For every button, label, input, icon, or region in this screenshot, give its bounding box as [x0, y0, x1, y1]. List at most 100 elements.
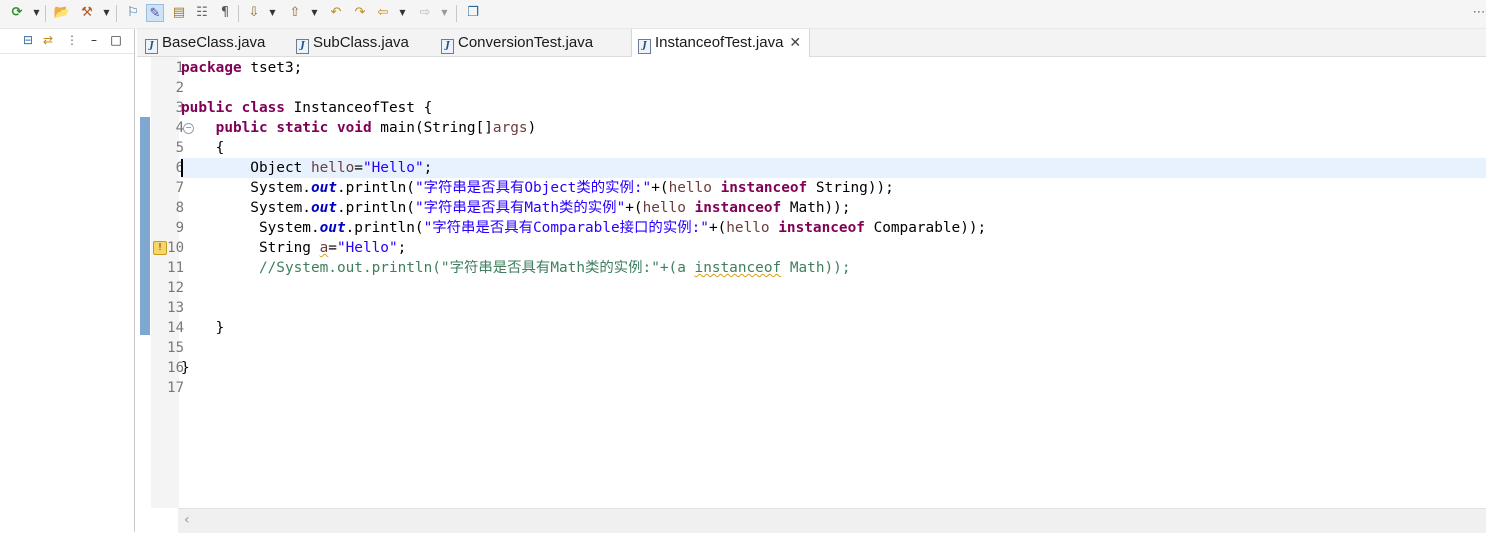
- code-line[interactable]: Object hello="Hello";: [181, 158, 1486, 178]
- code-token: =: [328, 240, 337, 256]
- save-icon[interactable]: ▤: [170, 4, 188, 22]
- warning-icon[interactable]: !: [153, 241, 167, 255]
- paragraph-icon[interactable]: ¶: [216, 4, 234, 22]
- code-token: .println(: [345, 220, 424, 236]
- tab-label: BaseClass.java: [162, 34, 266, 51]
- left-panel-toolbar: ⊟ ⇄ ⋮ – □: [0, 29, 134, 54]
- last-edit-icon[interactable]: ↶: [327, 4, 345, 22]
- code-token: =: [354, 160, 363, 176]
- code-line[interactable]: System.out.println("字符串是否具有Comparable接口的…: [181, 218, 1486, 238]
- code-token: String));: [807, 180, 894, 196]
- code-token: package: [181, 60, 242, 76]
- java-file-icon: J: [145, 39, 158, 54]
- next-annotation-dropdown-icon[interactable]: ▼: [268, 5, 277, 21]
- code-token: instanceof: [778, 220, 865, 236]
- collapse-all-icon[interactable]: ⊟: [20, 32, 36, 48]
- document-icon[interactable]: ☷: [193, 4, 211, 22]
- minimize-icon[interactable]: –: [86, 32, 102, 48]
- code-token: public: [181, 100, 233, 116]
- code-token: class: [241, 100, 285, 116]
- code-token: hello: [310, 160, 355, 176]
- open-folder-icon[interactable]: 📂: [53, 4, 71, 22]
- code-token: out: [319, 220, 346, 236]
- change-marker: [140, 117, 150, 335]
- code-token: args: [492, 120, 528, 136]
- previous-annotation-icon[interactable]: ⇧: [286, 4, 304, 22]
- code-token: "字符串是否具有Object类的实例:": [414, 180, 652, 196]
- pen-icon[interactable]: ✎: [146, 4, 164, 22]
- java-file-icon: J: [296, 39, 309, 54]
- code-token: hello: [642, 200, 686, 216]
- code-line[interactable]: System.out.println("字符串是否具有Object类的实例:"+…: [181, 178, 1486, 198]
- tab-baseclass[interactable]: J BaseClass.java: [145, 29, 265, 56]
- link-with-editor-icon[interactable]: ⇄: [40, 32, 56, 48]
- tab-conversiontest[interactable]: J ConversionTest.java: [441, 29, 593, 56]
- code-token: out: [310, 200, 337, 216]
- code-line[interactable]: }: [181, 318, 1486, 338]
- maximize-icon[interactable]: □: [108, 32, 124, 48]
- code-line[interactable]: //System.out.println("字符串是否具有Math类的实例:"+…: [181, 258, 1486, 278]
- code-line[interactable]: public static void main(String[]args): [181, 118, 1486, 138]
- tab-label: SubClass.java: [313, 34, 409, 51]
- tab-subclass[interactable]: J SubClass.java: [296, 29, 409, 56]
- tab-label: InstanceofTest.java: [655, 34, 784, 51]
- code-line[interactable]: System.out.println("字符串是否具有Math类的实例"+(he…: [181, 198, 1486, 218]
- run-dropdown-icon[interactable]: ▼: [32, 5, 41, 21]
- code-line[interactable]: [181, 298, 1486, 318]
- build-dropdown-icon[interactable]: ▼: [102, 5, 111, 21]
- code-token: "Hello": [336, 240, 398, 256]
- code-editor[interactable]: 1 2 3 4 5 6 7 8 9 10 11 12 13 14 15 16 17−! package tset…: [137, 57, 1486, 533]
- view-menu-icon[interactable]: ⋮: [64, 32, 80, 48]
- java-file-icon: J: [441, 39, 454, 54]
- code-line[interactable]: [181, 278, 1486, 298]
- code-token: .println(: [336, 200, 415, 216]
- code-token: void: [336, 120, 372, 136]
- code-token: +(: [708, 220, 727, 236]
- code-token: ;: [397, 240, 407, 256]
- next-edit-icon[interactable]: ↷: [351, 4, 369, 22]
- toggle-highlight-icon[interactable]: ⚐: [124, 4, 142, 22]
- code-token: {: [181, 140, 225, 156]
- tab-instanceoftest[interactable]: J InstanceofTest.java ✕: [631, 29, 811, 57]
- code-line[interactable]: [181, 338, 1486, 358]
- back-icon[interactable]: ⇦: [374, 4, 392, 22]
- code-token: instanceof: [720, 180, 808, 196]
- run-icon[interactable]: ⟳: [8, 4, 26, 22]
- next-annotation-icon[interactable]: ⇩: [245, 4, 263, 22]
- code-token: +(: [625, 200, 643, 216]
- code-area[interactable]: package tset3; public class InstanceofTes…: [181, 57, 1486, 508]
- editor-tab-bar: J BaseClass.java J SubClass.java J Conversi…: [137, 29, 1486, 57]
- forward-dropdown-icon[interactable]: ▼: [440, 5, 449, 21]
- code-token: System.: [181, 220, 320, 236]
- forward-icon[interactable]: ⇨: [416, 4, 434, 22]
- build-icon[interactable]: ⚒: [78, 4, 96, 22]
- toolbar-overflow-icon[interactable]: ⋯: [1470, 4, 1486, 22]
- quick-diff-ruler: [137, 57, 151, 508]
- code-line[interactable]: String a="Hello";: [181, 238, 1486, 258]
- code-line[interactable]: }: [181, 358, 1486, 378]
- back-dropdown-icon[interactable]: ▼: [398, 5, 407, 21]
- horizontal-scrollbar[interactable]: ‹: [178, 508, 1486, 533]
- code-line[interactable]: public class InstanceofTest {: [181, 98, 1486, 118]
- code-line[interactable]: {: [181, 138, 1486, 158]
- code-token: InstanceofTest {: [284, 100, 433, 116]
- previous-annotation-dropdown-icon[interactable]: ▼: [310, 5, 319, 21]
- code-token: +(: [651, 180, 669, 196]
- code-line[interactable]: [181, 78, 1486, 98]
- code-token: hello: [726, 220, 770, 236]
- new-window-icon[interactable]: ❐: [464, 4, 482, 22]
- code-line[interactable]: package tset3;: [181, 58, 1486, 78]
- code-token: ;: [423, 160, 433, 176]
- code-token: a: [319, 240, 329, 256]
- code-line[interactable]: [181, 378, 1486, 398]
- close-tab-icon[interactable]: ✕: [789, 29, 801, 56]
- code-token: "字符串是否具有Math类的实例": [414, 200, 626, 216]
- scroll-left-icon[interactable]: ‹: [184, 512, 190, 528]
- code-token: .println(: [336, 180, 415, 196]
